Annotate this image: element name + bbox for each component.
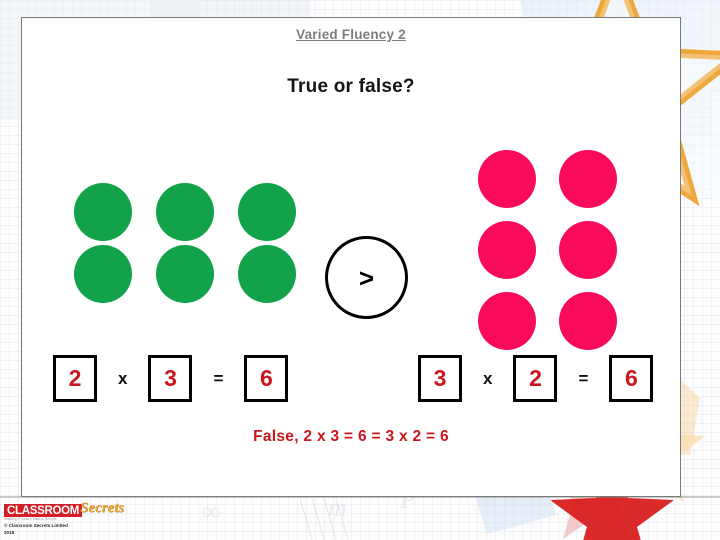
equation-right-box-3[interactable]: 6 [609, 355, 654, 402]
greater-than-icon: > [358, 262, 375, 293]
equation-right-operator-2: = [578, 368, 589, 388]
pink-counter [558, 291, 617, 350]
question-prompt: True or false? [287, 76, 415, 97]
green-counter [156, 245, 214, 303]
equation-left-box-1[interactable]: 2 [53, 355, 97, 402]
pink-counter-array [466, 143, 628, 356]
pink-counter [558, 149, 617, 208]
green-counter-array [62, 181, 308, 305]
svg-text:∞: ∞ [202, 497, 221, 526]
equation-left-value-2: 3 [164, 365, 177, 391]
green-counter [74, 245, 132, 303]
equation-left: 2 x 3 = 6 [53, 355, 289, 402]
pink-counter [477, 220, 536, 279]
classroom-secrets-logo: CLASSROOM Secrets [4, 500, 154, 517]
equation-left-operator-1: x [118, 368, 128, 388]
green-counter [238, 245, 296, 303]
equation-right-value-2: 2 [529, 365, 542, 391]
pink-counter [477, 291, 536, 350]
green-counter [74, 183, 132, 241]
answer-text: False, 2 x 3 = 6 = 3 x 2 = 6 [253, 428, 449, 445]
worksheet-frame: Varied Fluency 2 True or false? > 2 x 3 … [21, 17, 681, 497]
logo-primary-text: CLASSROOM [4, 504, 83, 517]
equation-right-value-3: 6 [625, 365, 638, 391]
pink-counter [477, 149, 536, 208]
copyright-line: © Classroom Secrets Limited [4, 523, 68, 528]
equation-right-box-2[interactable]: 2 [513, 355, 558, 402]
green-counter [238, 183, 296, 241]
equation-right-box-1[interactable]: 3 [418, 355, 462, 402]
green-counter [156, 183, 214, 241]
equation-right-value-1: 3 [433, 365, 447, 391]
copyright-year: 2018 [4, 529, 15, 535]
lesson-title: Varied Fluency 2 [296, 27, 406, 42]
equation-right-operator-1: x [483, 368, 493, 388]
equation-right: 3 x 2 = 6 [418, 355, 654, 402]
equation-left-operator-2: = [213, 368, 224, 388]
footer-branding: CLASSROOM Secrets Making Primary Maths S… [4, 500, 154, 535]
pink-counter [558, 220, 617, 279]
equation-left-box-3[interactable]: 6 [244, 355, 289, 402]
comparison-symbol-circle: > [325, 236, 408, 319]
equation-left-value-3: 6 [260, 365, 273, 391]
logo-secondary-text: Secrets [80, 500, 125, 516]
equation-left-value-1: 2 [68, 365, 82, 391]
logo-tagline: Making Primary Maths Simple [4, 517, 58, 521]
equation-left-box-2[interactable]: 3 [148, 355, 193, 402]
